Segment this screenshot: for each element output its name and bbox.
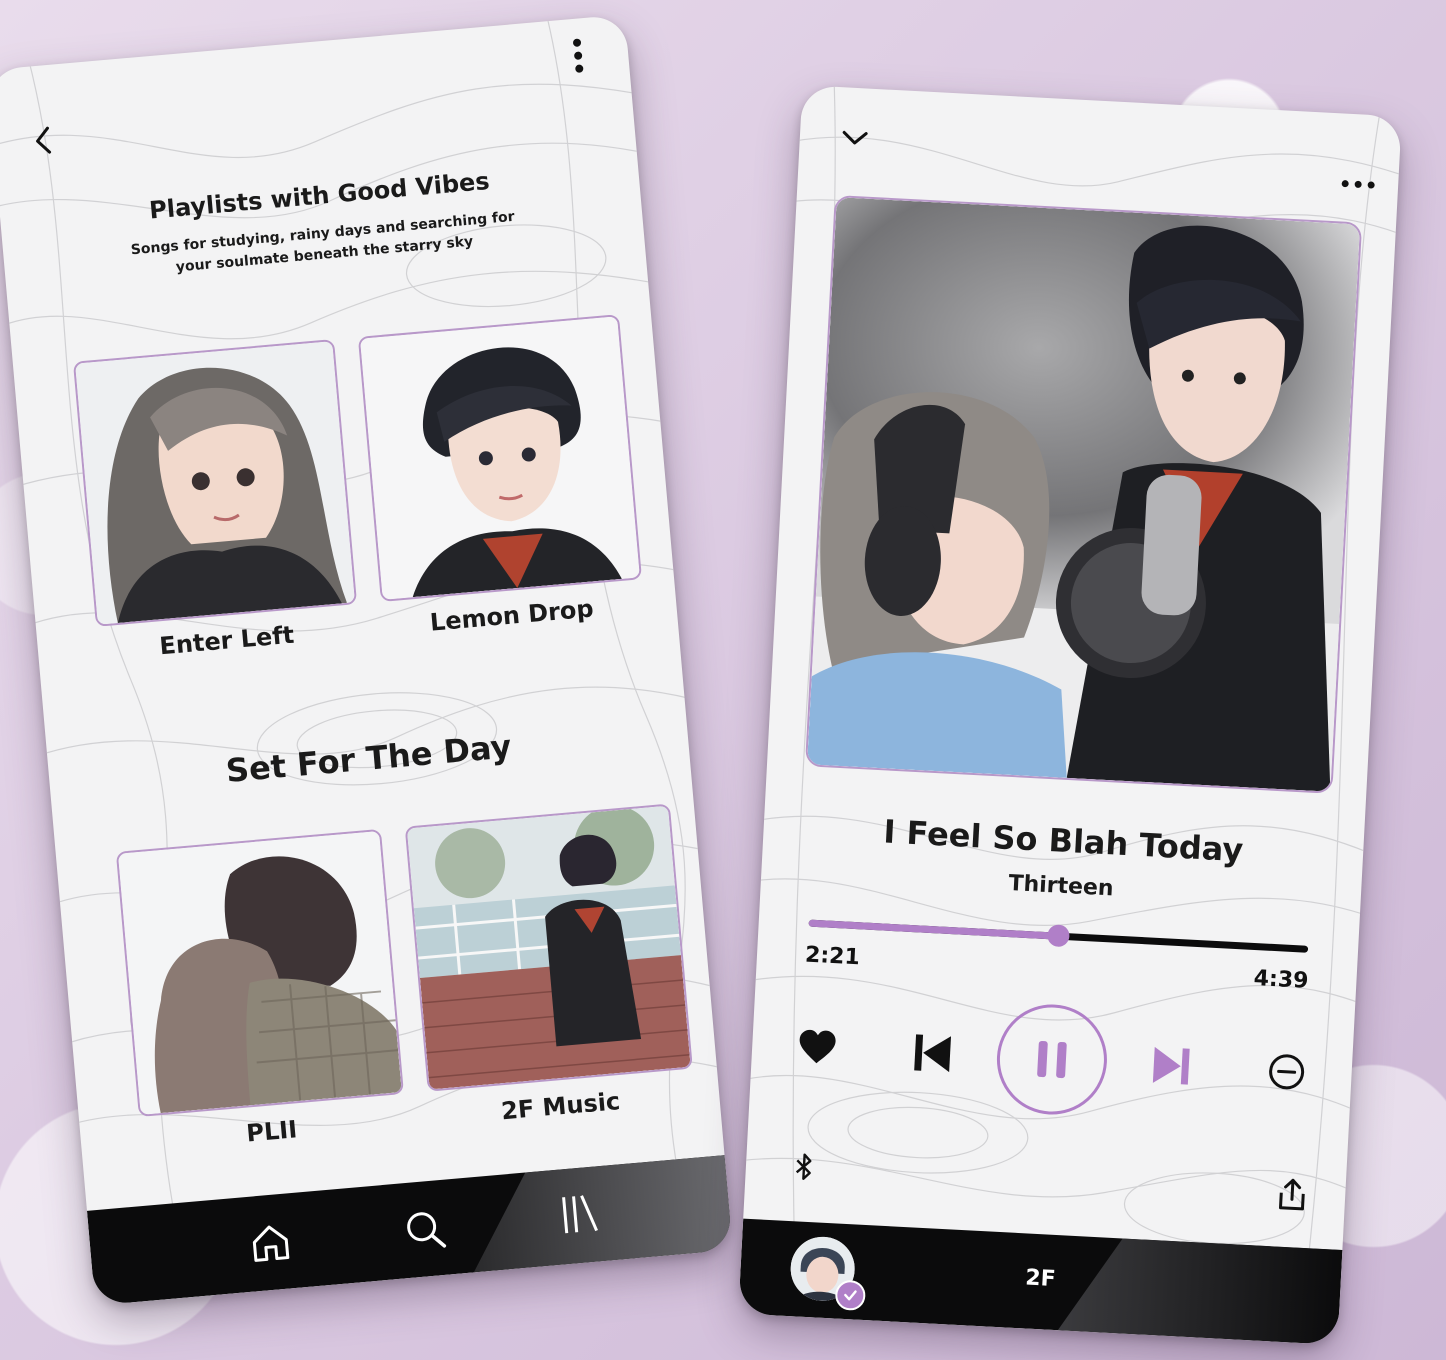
chevron-left-icon — [36, 126, 52, 154]
more-options-button[interactable] — [561, 32, 595, 78]
previous-button[interactable] — [901, 1022, 964, 1085]
now-playing-screen: I Feel So Blah Today Thirteen 2:21 4:39 — [738, 85, 1402, 1345]
playlist-card-enter-left[interactable] — [72, 339, 358, 627]
nav-home[interactable] — [238, 1213, 303, 1273]
home-icon — [252, 1225, 290, 1262]
minus-circle-icon — [1269, 1054, 1305, 1090]
playlists-screen: Playlists with Good Vibes Songs for stud… — [0, 14, 733, 1306]
playlist-card-lemon-drop[interactable] — [357, 314, 643, 602]
share-button[interactable] — [1269, 1171, 1315, 1217]
album-art — [804, 194, 1363, 794]
cover-art-image — [75, 341, 355, 625]
nav-search[interactable] — [393, 1199, 458, 1259]
elapsed-time: 2:21 — [804, 942, 861, 971]
like-button[interactable] — [791, 1021, 844, 1074]
vertical-dots-icon — [573, 38, 584, 73]
search-icon — [407, 1211, 447, 1248]
back-button[interactable] — [22, 119, 65, 162]
bluetooth-icon — [795, 1153, 812, 1180]
more-options-button[interactable] — [1332, 168, 1384, 201]
collapse-button[interactable] — [834, 117, 876, 159]
cover-art-image — [360, 316, 640, 600]
progress-handle[interactable] — [1046, 924, 1070, 948]
horizontal-dots-icon — [1341, 180, 1375, 189]
share-icon — [1279, 1178, 1305, 1211]
remove-button[interactable] — [1260, 1046, 1313, 1099]
pause-icon — [1037, 1040, 1067, 1079]
artist-bar-label: 2F — [1024, 1265, 1057, 1293]
cover-art-image — [117, 830, 402, 1115]
bluetooth-button[interactable] — [785, 1146, 823, 1188]
skip-previous-icon — [914, 1034, 952, 1073]
playlist-card-2f-music[interactable] — [404, 803, 693, 1092]
library-icon — [562, 1194, 598, 1233]
cover-art-image — [406, 805, 691, 1090]
checkmark-icon — [844, 1290, 857, 1301]
progress-fill — [808, 919, 1059, 940]
total-duration: 4:39 — [1253, 965, 1310, 994]
skip-next-icon — [1152, 1046, 1190, 1085]
heart-icon — [799, 1029, 836, 1064]
next-button[interactable] — [1140, 1034, 1203, 1097]
chevron-down-icon — [842, 130, 868, 145]
nav-library[interactable] — [547, 1184, 612, 1244]
album-art-image — [807, 197, 1361, 792]
playlist-card-plii[interactable] — [115, 828, 404, 1118]
